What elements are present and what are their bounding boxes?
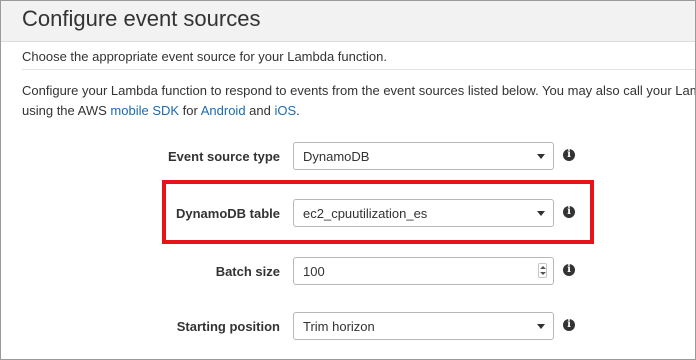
- chevron-down-icon: [537, 324, 545, 329]
- panel-header: Configure event sources: [1, 1, 695, 42]
- info-icon[interactable]: i: [563, 319, 575, 331]
- event-source-type-row: Event source type DynamoDB i: [1, 142, 695, 172]
- info-icon[interactable]: i: [563, 264, 575, 276]
- batch-size-label: Batch size: [215, 264, 280, 279]
- event-source-type-value: DynamoDB: [303, 149, 370, 164]
- description-line-1: Configure your Lambda function to respon…: [22, 83, 696, 98]
- description-period: .: [296, 103, 300, 118]
- description-prefix: using the AWS: [22, 103, 111, 118]
- highlight-box: [162, 180, 594, 244]
- starting-position-select[interactable]: Trim horizon: [293, 312, 554, 340]
- description-line-2: using the AWS mobile SDK for Android and…: [22, 101, 695, 121]
- ios-link[interactable]: iOS: [274, 103, 296, 118]
- batch-size-row: Batch size 100 i: [1, 257, 695, 287]
- section-divider: [22, 69, 695, 70]
- starting-position-label: Starting position: [176, 319, 280, 334]
- starting-position-row: Starting position Trim horizon i: [1, 312, 695, 342]
- description-for-text: for: [179, 103, 201, 118]
- android-link[interactable]: Android: [201, 103, 246, 118]
- up-down-stepper-icon[interactable]: [538, 263, 547, 278]
- batch-size-input[interactable]: 100: [293, 257, 554, 285]
- page-title: Configure event sources: [22, 6, 261, 31]
- chevron-down-icon: [537, 154, 545, 159]
- configure-event-sources-panel: Configure event sources Choose the appro…: [0, 0, 696, 360]
- event-source-type-select[interactable]: DynamoDB: [293, 142, 554, 170]
- starting-position-value: Trim horizon: [303, 319, 375, 334]
- stepper-up-arrow: [540, 266, 546, 269]
- stepper-down-arrow: [540, 272, 546, 275]
- description-and-text: and: [245, 103, 275, 118]
- event-source-type-label: Event source type: [168, 149, 280, 164]
- description-text: Configure your Lambda function to respon…: [22, 81, 695, 121]
- page-subtitle: Choose the appropriate event source for …: [22, 49, 387, 64]
- mobile-sdk-link[interactable]: mobile SDK: [110, 103, 179, 118]
- batch-size-value: 100: [303, 264, 325, 279]
- info-icon[interactable]: i: [563, 149, 575, 161]
